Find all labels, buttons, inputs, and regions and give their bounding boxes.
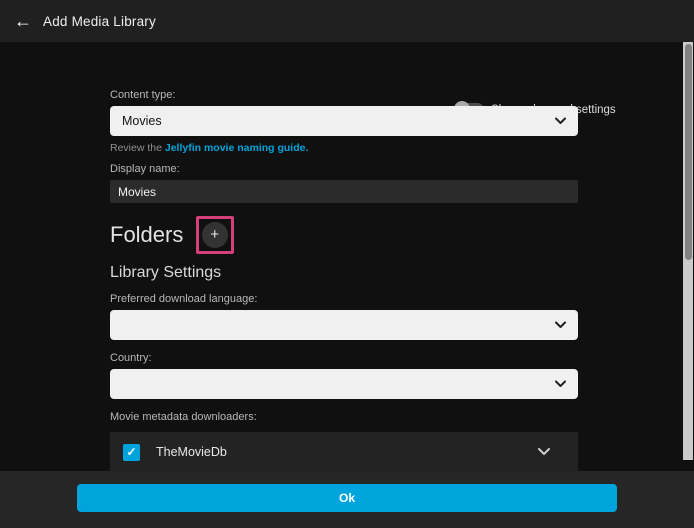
- metadata-downloaders-field: Movie metadata downloaders: ✓ TheMovieDb: [110, 411, 578, 472]
- preferred-language-field: Preferred download language:: [110, 293, 578, 340]
- naming-guide-help-text: Review the Jellyfin movie naming guide.: [110, 142, 578, 154]
- help-prefix: Review the: [110, 142, 165, 154]
- add-folder-button[interactable]: +: [202, 222, 228, 248]
- naming-guide-link[interactable]: Jellyfin movie naming guide: [165, 142, 306, 154]
- arrow-left-icon: ←: [14, 11, 32, 31]
- chevron-down-icon: [555, 381, 566, 388]
- footer-bar: Ok: [0, 471, 694, 528]
- content-type-label: Content type:: [110, 89, 578, 101]
- country-select[interactable]: [110, 369, 578, 399]
- checkbox-checked-icon[interactable]: ✓: [123, 444, 140, 461]
- display-name-label: Display name:: [110, 163, 578, 175]
- content-type-select[interactable]: Movies: [110, 106, 578, 136]
- metadata-downloader-row[interactable]: ✓ TheMovieDb: [110, 432, 578, 472]
- page-title: Add Media Library: [43, 14, 156, 29]
- chevron-down-icon: [555, 118, 566, 125]
- plus-icon: +: [210, 226, 219, 243]
- chevron-down-icon: [555, 322, 566, 329]
- folders-heading: Folders: [110, 222, 183, 248]
- ok-button[interactable]: Ok: [77, 484, 617, 512]
- add-media-library-screen: ← Add Media Library Show advanced settin…: [0, 0, 694, 528]
- downloader-name: TheMovieDb: [156, 445, 227, 459]
- country-label: Country:: [110, 352, 578, 364]
- display-name-input[interactable]: [110, 180, 578, 203]
- preferred-language-select[interactable]: [110, 310, 578, 340]
- content-type-field: Content type: Movies Review the Jellyfin…: [110, 89, 578, 154]
- display-name-field: Display name:: [110, 163, 578, 203]
- preferred-language-label: Preferred download language:: [110, 293, 578, 305]
- library-settings-heading: Library Settings: [110, 264, 221, 281]
- content-type-value: Movies: [122, 114, 162, 128]
- country-field: Country:: [110, 352, 578, 399]
- chevron-down-icon[interactable]: [538, 448, 550, 456]
- scrollbar-track[interactable]: [683, 42, 693, 460]
- form-content: Show advanced settings Content type: Mov…: [0, 42, 694, 471]
- back-button[interactable]: ←: [6, 4, 40, 38]
- folders-section: Folders +: [110, 216, 578, 254]
- help-suffix: .: [305, 142, 308, 154]
- app-header: ← Add Media Library: [0, 0, 694, 42]
- scrollbar-thumb[interactable]: [685, 44, 692, 260]
- add-folder-focus-ring: +: [196, 216, 234, 254]
- library-settings-section: Library Settings: [110, 264, 578, 282]
- metadata-downloaders-label: Movie metadata downloaders:: [110, 411, 578, 423]
